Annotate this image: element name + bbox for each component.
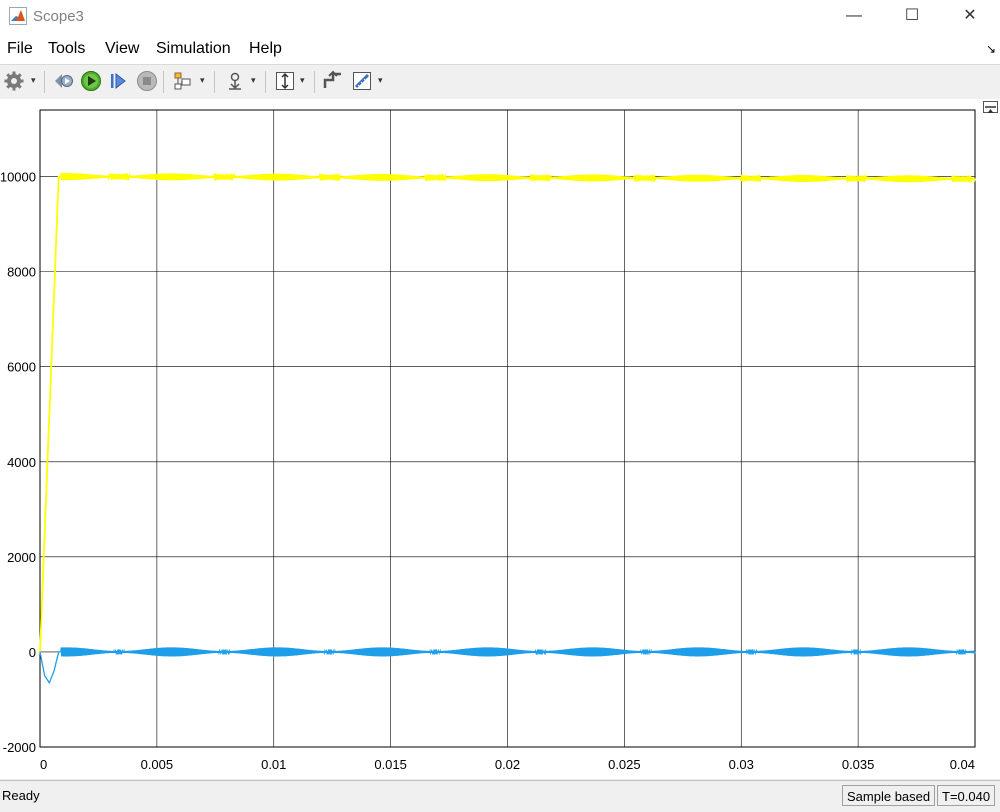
close-button[interactable]: ✕ (947, 0, 993, 32)
simulation-time-indicator: T=0.040 (937, 785, 996, 806)
x-tick-label: 0.04 (950, 757, 975, 772)
stop-icon[interactable] (136, 70, 158, 92)
highlight-simulink-block-icon[interactable] (172, 70, 194, 92)
toolbar-separator (214, 71, 215, 93)
menu-overflow-icon[interactable]: ↘ (986, 42, 996, 56)
highlight-dropdown-icon[interactable]: ▾ (200, 74, 205, 86)
undock-icon[interactable] (983, 101, 998, 113)
menu-help[interactable]: Help (249, 40, 282, 58)
x-tick-label: 0.035 (842, 757, 875, 772)
menu-view[interactable]: View (105, 40, 139, 58)
menu-simulation[interactable]: Simulation (156, 40, 231, 58)
y-tick-label: 10000 (0, 170, 36, 185)
toolbar-separator (44, 71, 45, 93)
y-tick-label: 8000 (7, 265, 36, 280)
menu-file[interactable]: File (7, 40, 33, 58)
window-title: Scope3 (33, 8, 84, 25)
zoom-dropdown-icon[interactable]: ▾ (300, 74, 305, 86)
x-tick-label: 0.01 (261, 757, 286, 772)
zoom-icon[interactable] (274, 70, 296, 92)
y-tick-label: 2000 (7, 550, 36, 565)
x-tick-label: 0.025 (608, 757, 641, 772)
maximize-button[interactable]: ☐ (889, 0, 935, 32)
toolbar: ▾ ▾ ▾ ▾ ▾ (0, 64, 1000, 100)
sample-mode-indicator: Sample based (842, 785, 936, 806)
step-forward-icon[interactable] (108, 70, 130, 92)
y-tick-label: -2000 (3, 740, 36, 755)
toolbar-separator (265, 71, 266, 93)
line-chart[interactable]: 0 0.005 0.01 0.015 0.02 0.025 0.03 0.035 0.04 -20… (0, 99, 1000, 779)
matlab-logo-icon (9, 7, 27, 25)
y-tick-label: 4000 (7, 455, 36, 470)
toolbar-separator (314, 71, 315, 93)
configuration-properties-icon[interactable] (3, 70, 25, 92)
status-text: Ready (2, 788, 40, 803)
x-tick-label: 0 (40, 757, 47, 772)
run-icon[interactable] (80, 70, 102, 92)
x-tick-label: 0.005 (141, 757, 174, 772)
menu-tools[interactable]: Tools (48, 40, 85, 58)
minimize-button[interactable]: — (831, 0, 877, 32)
measurements-dropdown-icon[interactable]: ▾ (378, 74, 383, 86)
scope-display: 0 0.005 0.01 0.015 0.02 0.025 0.03 0.035 0.04 -20… (0, 99, 1000, 779)
y-tick-label: 6000 (7, 360, 36, 375)
menu-bar: File Tools View Simulation Help ↘ (0, 34, 1000, 64)
step-back-icon[interactable] (52, 70, 74, 92)
undock-arrow-icon (985, 106, 996, 113)
title-bar: Scope3 — ☐ ✕ (0, 0, 1000, 34)
y-tick-label: 0 (29, 645, 36, 660)
configuration-dropdown-icon[interactable]: ▾ (31, 74, 36, 86)
toolbar-separator (163, 71, 164, 93)
triggers-dropdown-icon[interactable]: ▾ (251, 74, 256, 86)
x-tick-label: 0.03 (729, 757, 754, 772)
restore-layout-icon[interactable] (322, 70, 344, 92)
x-tick-label: 0.015 (374, 757, 407, 772)
triggers-icon[interactable] (224, 70, 246, 92)
x-tick-label: 0.02 (495, 757, 520, 772)
measurements-icon[interactable] (351, 70, 373, 92)
status-bar: Ready Sample based T=0.040 (0, 780, 1000, 812)
